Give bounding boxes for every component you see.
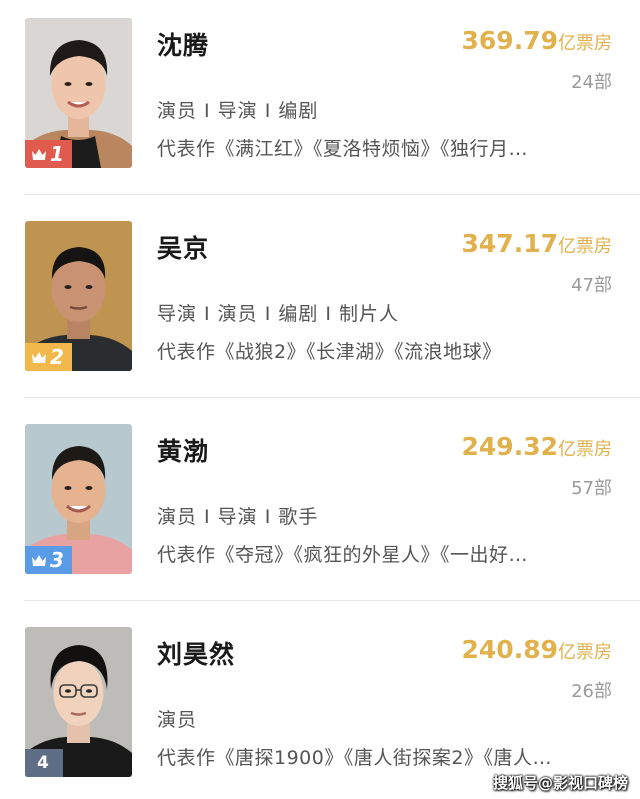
film-count: 47部 xyxy=(571,275,612,296)
rank-badge: 3 xyxy=(25,546,72,574)
ranking-list: 1 沈腾 369.79亿票房 24部 演员 I 导演 I 编剧 代表作《满江红》… xyxy=(0,0,640,799)
list-item-rank-2[interactable]: 2 吴京 347.17亿票房 47部 导演 I 演员 I 编剧 I 制片人 代表… xyxy=(0,203,640,406)
person-name: 黄渤 xyxy=(157,437,210,466)
box-office-unit: 亿票房 xyxy=(558,439,612,460)
list-item-rank-3[interactable]: 3 黄渤 249.32亿票房 57部 演员 I 导演 I 歌手 代表作《夺冠》《… xyxy=(0,406,640,609)
portrait-image: 2 xyxy=(25,221,132,371)
roles: 导演 I 演员 I 编剧 I 制片人 xyxy=(157,303,400,325)
roles: 演员 I 导演 I 歌手 xyxy=(157,506,319,528)
representative-works: 代表作《战狼2》《长津湖》《流浪地球》 xyxy=(157,341,502,363)
box-office-value: 249.32 xyxy=(461,432,558,461)
rank-badge: 2 xyxy=(25,343,72,371)
box-office-unit: 亿票房 xyxy=(558,33,612,54)
portrait-image: 1 xyxy=(25,18,132,168)
rank-number: 2 xyxy=(50,345,64,369)
box-office-value: 369.79 xyxy=(461,26,558,55)
box-office: 347.17亿票房 xyxy=(462,229,612,258)
divider xyxy=(24,397,640,398)
roles: 演员 xyxy=(157,709,198,731)
crown-icon xyxy=(32,554,46,566)
box-office-value: 240.89 xyxy=(461,635,558,664)
list-item-rank-4[interactable]: 4 刘昊然 240.89亿票房 26部 演员 代表作《唐探1900》《唐人街探案… xyxy=(0,609,640,799)
film-count: 26部 xyxy=(571,681,612,702)
box-office: 249.32亿票房 xyxy=(462,432,612,461)
list-item-rank-1[interactable]: 1 沈腾 369.79亿票房 24部 演员 I 导演 I 编剧 代表作《满江红》… xyxy=(0,0,640,203)
watermark: 搜狐号@影视口碑榜 xyxy=(493,772,628,793)
roles: 演员 I 导演 I 编剧 xyxy=(157,100,319,122)
box-office: 369.79亿票房 xyxy=(462,26,612,55)
film-count: 24部 xyxy=(571,72,612,93)
box-office: 240.89亿票房 xyxy=(462,635,612,664)
divider xyxy=(24,600,640,601)
box-office-value: 347.17 xyxy=(461,229,558,258)
film-count: 57部 xyxy=(571,478,612,499)
crown-icon xyxy=(32,148,46,160)
portrait-image: 3 xyxy=(25,424,132,574)
person-name: 沈腾 xyxy=(157,31,210,60)
box-office-unit: 亿票房 xyxy=(558,642,612,663)
crown-icon xyxy=(32,351,46,363)
person-name: 刘昊然 xyxy=(157,640,236,669)
rank-number: 1 xyxy=(50,142,64,166)
watermark-text: 搜狐号@影视口碑榜 xyxy=(492,774,628,792)
representative-works: 代表作《唐探1900》《唐人街探案2》《唐人… xyxy=(157,747,552,769)
divider xyxy=(24,194,640,195)
person-name: 吴京 xyxy=(157,234,210,263)
rank-number: 3 xyxy=(50,548,64,572)
box-office-unit: 亿票房 xyxy=(558,236,612,257)
representative-works: 代表作《满江红》《夏洛特烦恼》《独行月… xyxy=(157,138,529,160)
rank-badge: 4 xyxy=(25,749,63,777)
portrait-image: 4 xyxy=(25,627,132,777)
representative-works: 代表作《夺冠》《疯狂的外星人》《一出好… xyxy=(157,544,529,566)
rank-badge: 1 xyxy=(25,140,72,168)
rank-number: 4 xyxy=(37,753,49,773)
